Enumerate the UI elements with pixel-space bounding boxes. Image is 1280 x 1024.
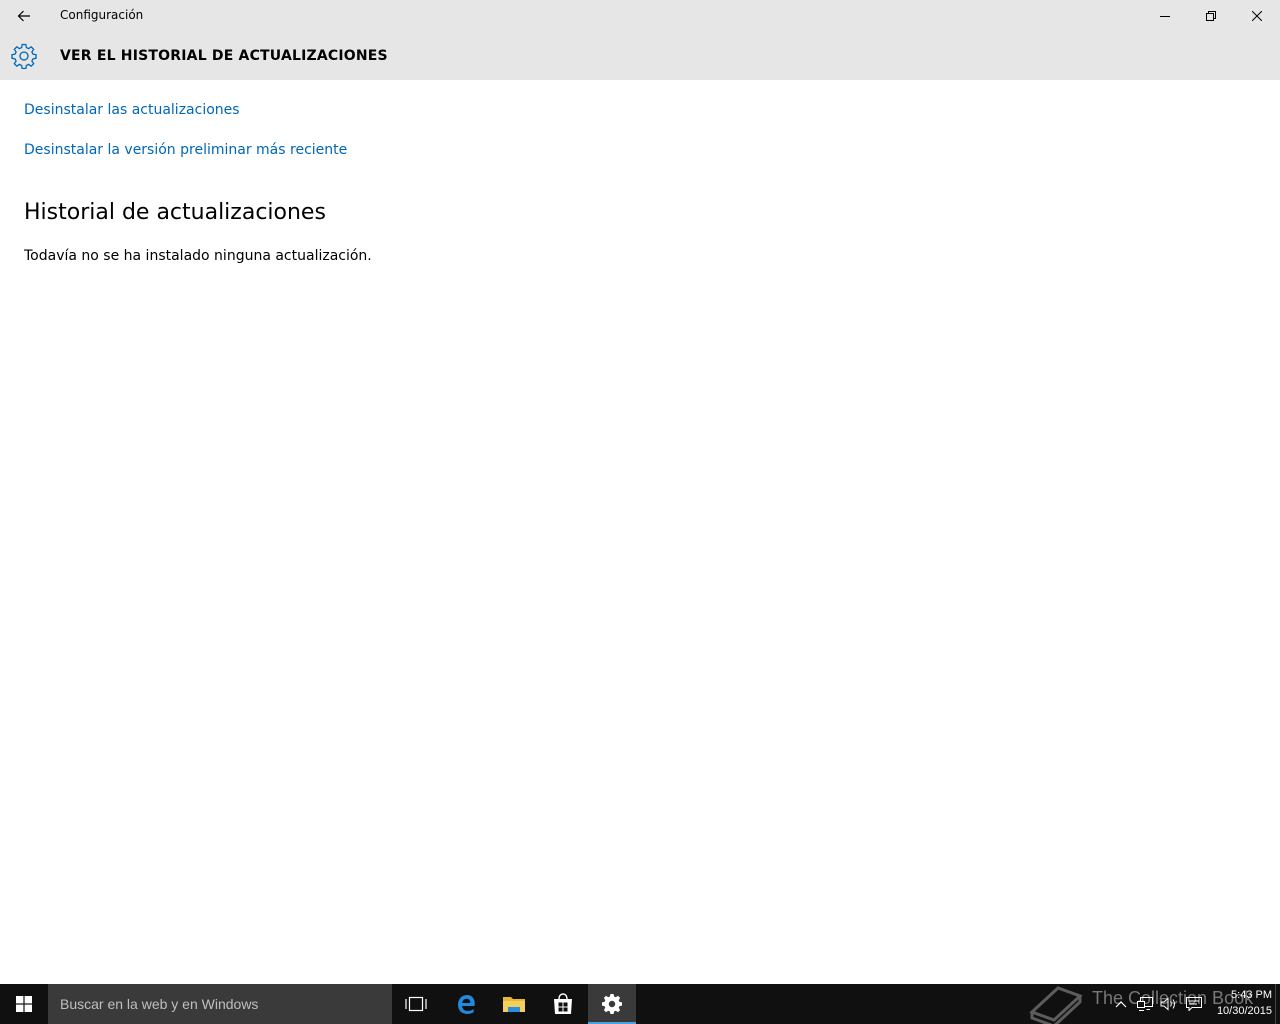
title-bar: Configuración	[0, 0, 1280, 32]
close-button[interactable]	[1234, 0, 1280, 32]
minimize-icon	[1160, 16, 1170, 17]
uninstall-updates-link[interactable]: Desinstalar las actualizaciones	[24, 102, 240, 118]
restore-button[interactable]	[1188, 0, 1234, 32]
network-tray-button[interactable]	[1134, 984, 1156, 1024]
minimize-button[interactable]	[1142, 0, 1188, 32]
clock-date: 10/30/2015	[1216, 1005, 1272, 1017]
task-view-icon	[405, 996, 427, 1012]
uninstall-preview-build-link[interactable]: Desinstalar la versión preliminar más re…	[24, 142, 347, 158]
chevron-up-icon	[1115, 1001, 1127, 1008]
volume-icon	[1160, 997, 1175, 1011]
show-desktop-button[interactable]	[1275, 984, 1280, 1024]
settings-icon	[602, 994, 622, 1014]
page-header: VER EL HISTORIAL DE ACTUALIZACIONES	[0, 32, 1280, 80]
volume-tray-button[interactable]	[1157, 984, 1181, 1024]
close-icon	[1252, 11, 1262, 21]
app-title: Configuración	[60, 8, 144, 22]
book-watermark-icon	[1029, 986, 1083, 1024]
search-placeholder: Buscar en la web y en Windows	[60, 996, 259, 1012]
show-hidden-icons-button[interactable]	[1110, 984, 1132, 1024]
network-icon	[1137, 997, 1153, 1011]
edge-button[interactable]	[442, 984, 490, 1024]
search-input[interactable]: Buscar en la web y en Windows	[48, 984, 392, 1024]
update-history-heading: Historial de actualizaciones	[24, 200, 326, 225]
restore-icon	[1206, 11, 1216, 21]
windows-logo-icon	[16, 996, 32, 1012]
file-explorer-button[interactable]	[490, 984, 538, 1024]
back-button[interactable]	[0, 0, 48, 32]
action-center-icon	[1186, 997, 1202, 1011]
task-view-button[interactable]	[392, 984, 440, 1024]
back-arrow-icon	[17, 10, 30, 22]
store-icon	[554, 993, 572, 1014]
edge-icon	[458, 995, 475, 1014]
gear-icon	[11, 43, 37, 69]
start-button[interactable]	[0, 984, 48, 1024]
store-button[interactable]	[539, 984, 587, 1024]
file-explorer-icon	[503, 997, 525, 1012]
update-history-status: Todavía no se ha instalado ninguna actua…	[24, 248, 372, 264]
settings-taskbar-button[interactable]	[588, 984, 636, 1024]
taskbar-clock[interactable]: 5:43 PM 10/30/2015	[1206, 987, 1272, 1019]
page-title: VER EL HISTORIAL DE ACTUALIZACIONES	[60, 48, 388, 64]
taskbar: Buscar en la web y en Windows The Collec…	[0, 984, 1280, 1024]
action-center-button[interactable]	[1183, 984, 1205, 1024]
clock-time: 5:43 PM	[1231, 989, 1272, 1001]
